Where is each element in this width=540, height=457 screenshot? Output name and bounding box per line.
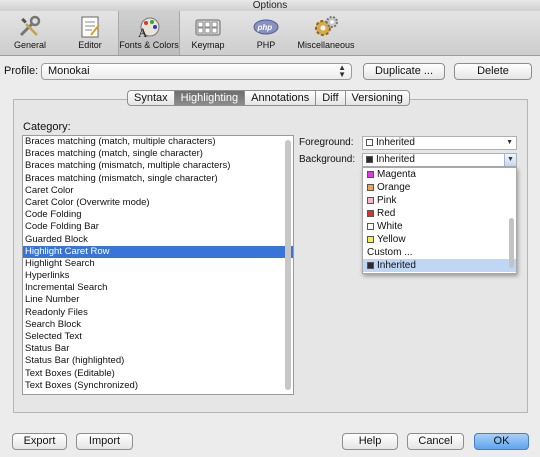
foreground-swatch <box>366 138 373 146</box>
toolbar-php-label: PHP <box>256 40 276 50</box>
toolbar-miscellaneous-label: Miscellaneous <box>297 40 355 50</box>
category-item[interactable]: Status Bar (highlighted) <box>23 355 293 367</box>
dropdown-item-label: Custom ... <box>367 247 413 258</box>
category-item[interactable]: Caret Color <box>23 185 293 197</box>
dropdown-item-custom[interactable]: Custom ... <box>363 246 516 259</box>
color-swatch <box>367 222 374 230</box>
category-label: Category: <box>23 121 71 133</box>
background-value: Inherited <box>376 154 415 165</box>
fonts-colors-icon: A <box>138 17 160 39</box>
category-item[interactable]: Readonly Files <box>23 307 293 319</box>
category-item[interactable]: Code Folding Bar <box>23 221 293 233</box>
category-item[interactable]: Text Boxes (Synchronized) <box>23 380 293 392</box>
background-combo[interactable]: Inherited ▼ <box>362 153 517 167</box>
dropdown-item-label: Pink <box>377 195 397 206</box>
category-scrollbar[interactable] <box>285 140 291 390</box>
php-icon: php <box>253 19 279 35</box>
duplicate-button[interactable]: Duplicate ... <box>363 63 445 80</box>
tab-syntax[interactable]: Syntax <box>127 90 175 106</box>
dropdown-item-magenta[interactable]: Magenta <box>363 168 516 181</box>
tab-versioning[interactable]: Versioning <box>345 90 410 106</box>
foreground-value: Inherited <box>376 137 415 148</box>
category-item[interactable]: Selected Text <box>23 331 293 343</box>
background-dropdown-menu: Magenta Orange Pink Red White Yellow Cus… <box>362 167 517 274</box>
svg-text:A: A <box>138 25 148 39</box>
editor-document-icon <box>81 16 100 38</box>
category-item[interactable]: Code Folding <box>23 209 293 221</box>
category-item[interactable]: Incremental Search <box>23 282 293 294</box>
dropdown-item-label: Red <box>377 208 396 219</box>
toolbar-keymap[interactable]: Keymap <box>186 11 230 55</box>
toolbar-miscellaneous[interactable]: Miscellaneous <box>296 11 356 55</box>
category-item[interactable]: Braces matching (mismatch, single charac… <box>23 173 293 185</box>
category-item[interactable]: Braces matching (match, multiple charact… <box>23 136 293 148</box>
color-swatch <box>367 170 374 178</box>
dropdown-item-label: Inherited <box>377 260 416 271</box>
color-swatch <box>367 261 374 269</box>
dropdown-item-label: Magenta <box>377 169 416 180</box>
color-swatch <box>367 235 374 243</box>
color-swatch <box>367 209 374 217</box>
chevron-down-icon: ▼ <box>506 139 513 146</box>
toolbar-keymap-label: Keymap <box>191 40 225 50</box>
dropdown-item-inherited[interactable]: Inherited <box>363 259 516 272</box>
category-item[interactable]: Braces matching (match, single character… <box>23 148 293 160</box>
color-swatch <box>367 196 374 204</box>
profile-value: Monokai <box>48 65 90 77</box>
dropdown-item-orange[interactable]: Orange <box>363 181 516 194</box>
toolbar-fonts-colors-label: Fonts & Colors <box>119 40 179 50</box>
background-swatch <box>366 155 373 163</box>
category-item[interactable]: Text Boxes (Editable) <box>23 368 293 380</box>
category-item-selected[interactable]: Highlight Caret Row <box>23 245 293 258</box>
category-item[interactable]: Caret Color (Overwrite mode) <box>23 197 293 209</box>
tab-highlighting[interactable]: Highlighting <box>174 90 246 106</box>
import-button[interactable]: Import <box>76 433 133 450</box>
background-label: Background: <box>299 154 356 165</box>
category-item[interactable]: Status Bar <box>23 343 293 355</box>
profile-label: Profile: <box>4 65 39 77</box>
category-item[interactable]: Braces matching (mismatch, multiple char… <box>23 160 293 172</box>
dropdown-item-yellow[interactable]: Yellow <box>363 233 516 246</box>
delete-button[interactable]: Delete <box>454 63 532 80</box>
cancel-button[interactable]: Cancel <box>407 433 464 450</box>
category-item[interactable]: Line Number <box>23 294 293 306</box>
toolbar-php[interactable]: php PHP <box>244 11 288 55</box>
export-button[interactable]: Export <box>12 433 67 450</box>
wrench-screwdriver-icon <box>19 15 41 37</box>
dropdown-item-label: White <box>377 221 403 232</box>
dropdown-scrollbar[interactable] <box>509 218 514 268</box>
dropdown-item-label: Yellow <box>377 234 406 245</box>
chevron-down-icon[interactable]: ▼ <box>504 154 516 166</box>
toolbar-fonts-colors[interactable]: A Fonts & Colors <box>118 11 180 55</box>
toolbar-editor[interactable]: Editor <box>68 11 112 55</box>
tab-bar: Syntax Highlighting Annotations Diff Ver… <box>127 90 410 106</box>
category-item[interactable]: Highlight Search <box>23 258 293 270</box>
gears-icon <box>315 16 338 36</box>
ok-button[interactable]: OK <box>474 433 529 450</box>
dropdown-item-pink[interactable]: Pink <box>363 194 516 207</box>
preferences-toolbar: General Editor A Fonts & Colors Keymap p… <box>0 11 540 56</box>
category-item[interactable]: Guarded Block <box>23 234 293 246</box>
foreground-combo[interactable]: Inherited ▼ <box>362 136 517 150</box>
tab-annotations[interactable]: Annotations <box>245 90 317 106</box>
category-item[interactable]: Search Block <box>23 319 293 331</box>
svg-text:php: php <box>257 23 273 32</box>
tab-diff[interactable]: Diff <box>316 90 346 106</box>
toolbar-editor-label: Editor <box>78 40 102 50</box>
up-down-arrows-icon: ▲ ▼ <box>338 63 346 79</box>
help-button[interactable]: Help <box>342 433 398 450</box>
foreground-label: Foreground: <box>299 137 354 148</box>
color-swatch <box>367 183 374 191</box>
category-list[interactable]: Braces matching (match, multiple charact… <box>22 135 294 395</box>
dropdown-item-red[interactable]: Red <box>363 207 516 220</box>
keyboard-icon <box>195 19 221 36</box>
profile-select[interactable]: Monokai ▲ ▼ <box>41 63 352 80</box>
dropdown-item-label: Orange <box>377 182 411 193</box>
dropdown-item-white[interactable]: White <box>363 220 516 233</box>
category-item[interactable]: Hyperlinks <box>23 270 293 282</box>
toolbar-general-label: General <box>13 40 47 50</box>
toolbar-general[interactable]: General <box>8 11 52 55</box>
